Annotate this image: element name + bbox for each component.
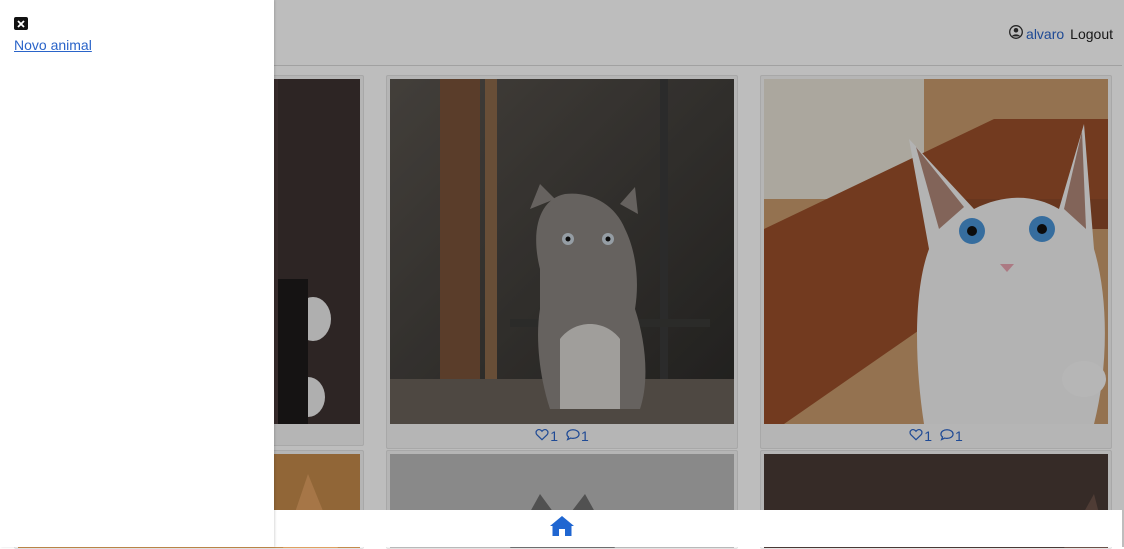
animal-photo[interactable] xyxy=(390,79,734,424)
card-stats: 1 1 xyxy=(761,428,1111,444)
home-icon[interactable] xyxy=(549,515,575,539)
like-button[interactable]: 1 xyxy=(535,428,558,444)
comment-count: 1 xyxy=(581,428,589,444)
animal-card[interactable]: 1 1 xyxy=(386,75,738,449)
bottom-nav xyxy=(274,510,1122,547)
like-count: 1 xyxy=(550,428,558,444)
side-menu: Novo animal xyxy=(0,0,274,547)
comment-icon xyxy=(566,428,580,444)
animal-card[interactable]: 1 1 xyxy=(760,75,1112,449)
comment-button[interactable]: 1 xyxy=(940,428,963,444)
logout-link[interactable]: Logout xyxy=(1070,26,1113,42)
user-profile-link[interactable]: alvaro xyxy=(1026,26,1064,42)
comment-button[interactable]: 1 xyxy=(566,428,589,444)
like-button[interactable]: 1 xyxy=(909,428,932,444)
user-area: alvaro Logout xyxy=(1009,25,1113,42)
comment-icon xyxy=(940,428,954,444)
animal-photo[interactable] xyxy=(764,79,1108,424)
close-icon[interactable] xyxy=(14,17,28,30)
card-stats: 1 1 xyxy=(387,428,737,444)
comment-count: 1 xyxy=(955,428,963,444)
heart-icon xyxy=(909,428,923,444)
heart-icon xyxy=(535,428,549,444)
user-circle-icon xyxy=(1009,25,1023,42)
like-count: 1 xyxy=(924,428,932,444)
new-animal-link[interactable]: Novo animal xyxy=(14,37,92,53)
